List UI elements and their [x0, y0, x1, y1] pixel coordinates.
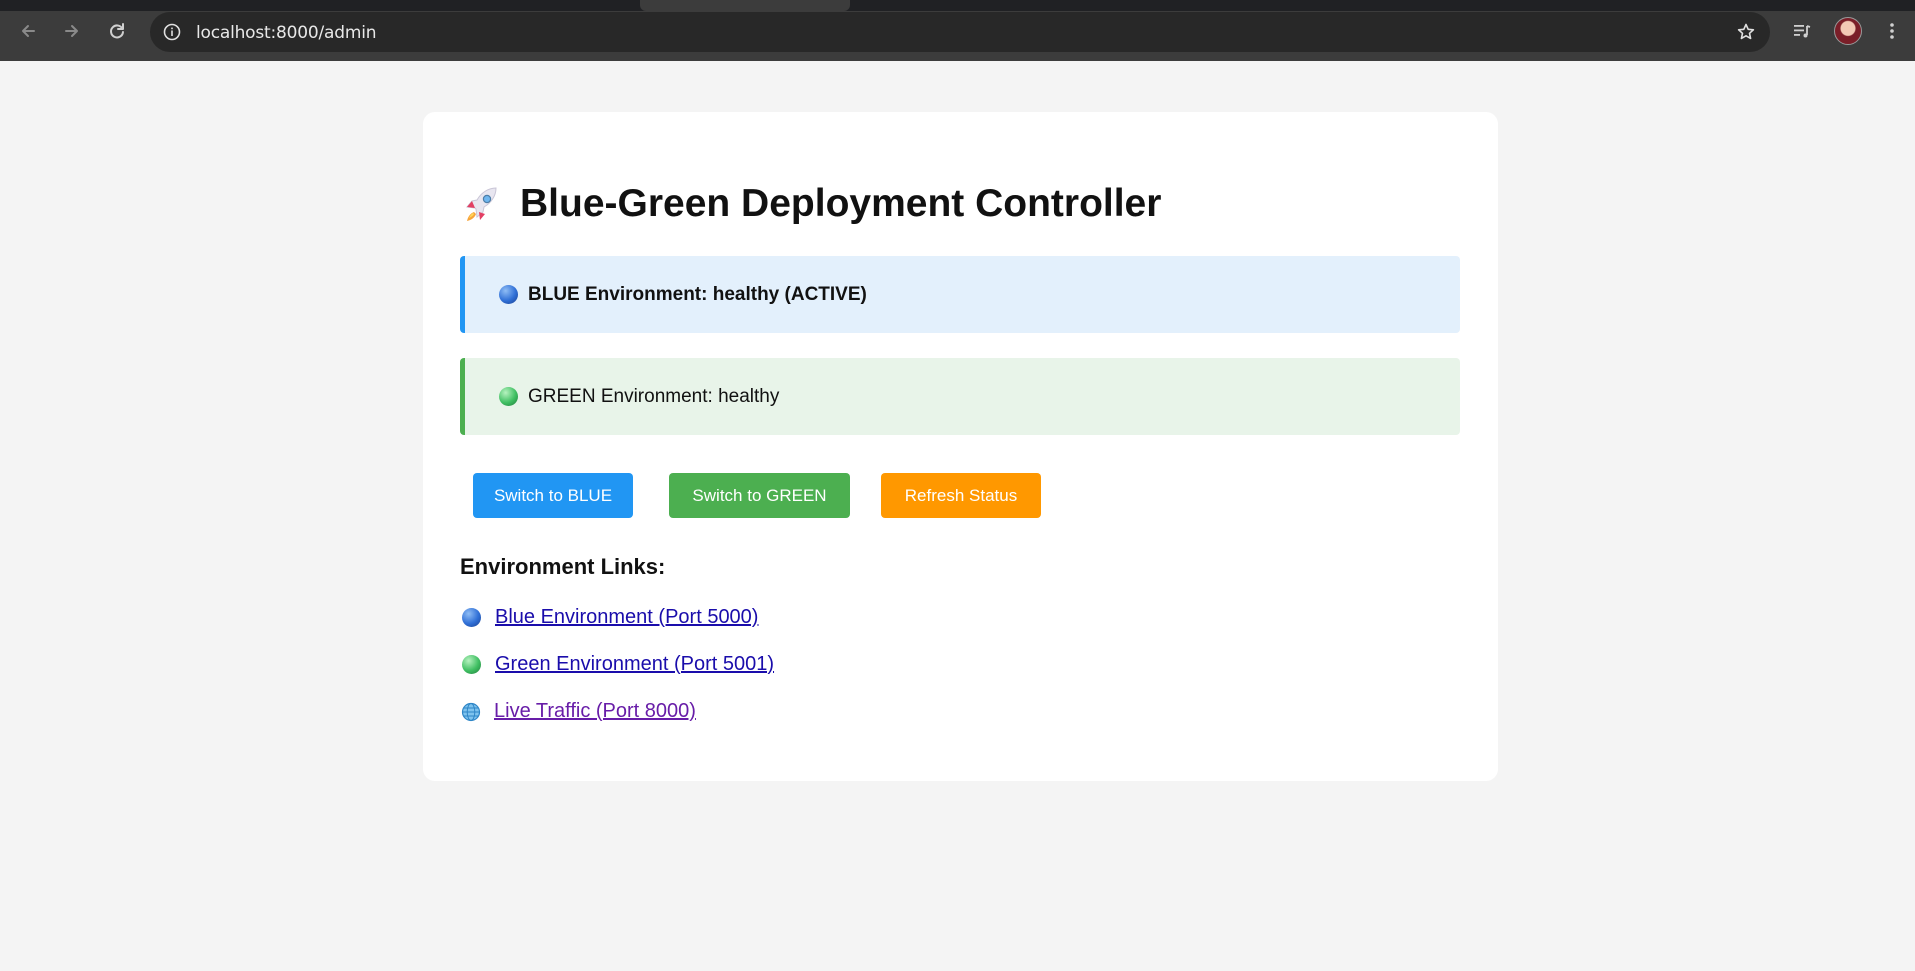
green-circle-icon [462, 655, 481, 674]
blue-environment-link-text[interactable]: Blue Environment (Port 5000) [495, 606, 758, 629]
green-environment-status: GREEN Environment: healthy [460, 358, 1460, 435]
blue-circle-icon [499, 285, 518, 304]
site-info-icon[interactable] [162, 22, 182, 42]
bookmark-star-icon[interactable] [1736, 22, 1756, 42]
active-tab[interactable] [640, 0, 850, 11]
tab-strip [0, 0, 1915, 11]
reload-icon[interactable] [103, 17, 131, 45]
url-text[interactable]: localhost:8000/admin [196, 23, 376, 43]
blue-circle-icon [462, 608, 481, 627]
forward-arrow-icon[interactable] [58, 17, 86, 45]
browser-toolbar: localhost:8000/admin [0, 0, 1915, 61]
live-traffic-link-text[interactable]: Live Traffic (Port 8000) [494, 700, 696, 723]
page-title-text: Blue-Green Deployment Controller [520, 182, 1162, 225]
profile-avatar[interactable] [1834, 17, 1862, 45]
globe-icon [461, 702, 481, 721]
live-traffic-link[interactable]: Live Traffic (Port 8000) [460, 700, 696, 723]
blue-environment-status-text: BLUE Environment: healthy (ACTIVE) [528, 283, 867, 305]
switch-to-green-button[interactable]: Switch to GREEN [669, 473, 850, 518]
green-circle-icon [499, 387, 518, 406]
refresh-status-button[interactable]: Refresh Status [881, 473, 1041, 518]
rocket-icon [466, 187, 497, 221]
switch-to-blue-button[interactable]: Switch to BLUE [473, 473, 633, 518]
media-controls-icon[interactable] [1788, 17, 1816, 45]
back-arrow-icon[interactable] [14, 17, 42, 45]
green-environment-link[interactable]: Green Environment (Port 5001) [460, 653, 774, 676]
environment-links-heading: Environment Links: [460, 554, 666, 579]
green-environment-link-text[interactable]: Green Environment (Port 5001) [495, 653, 774, 676]
page-title: Blue-Green Deployment Controller [460, 182, 1161, 226]
blue-environment-status: BLUE Environment: healthy (ACTIVE) [460, 256, 1460, 333]
controller-card: Blue-Green Deployment Controller BLUE En… [423, 112, 1498, 781]
green-environment-status-text: GREEN Environment: healthy [528, 385, 780, 407]
blue-environment-link[interactable]: Blue Environment (Port 5000) [460, 606, 758, 629]
address-bar[interactable]: localhost:8000/admin [150, 12, 1770, 52]
more-menu-icon[interactable] [1878, 17, 1906, 45]
